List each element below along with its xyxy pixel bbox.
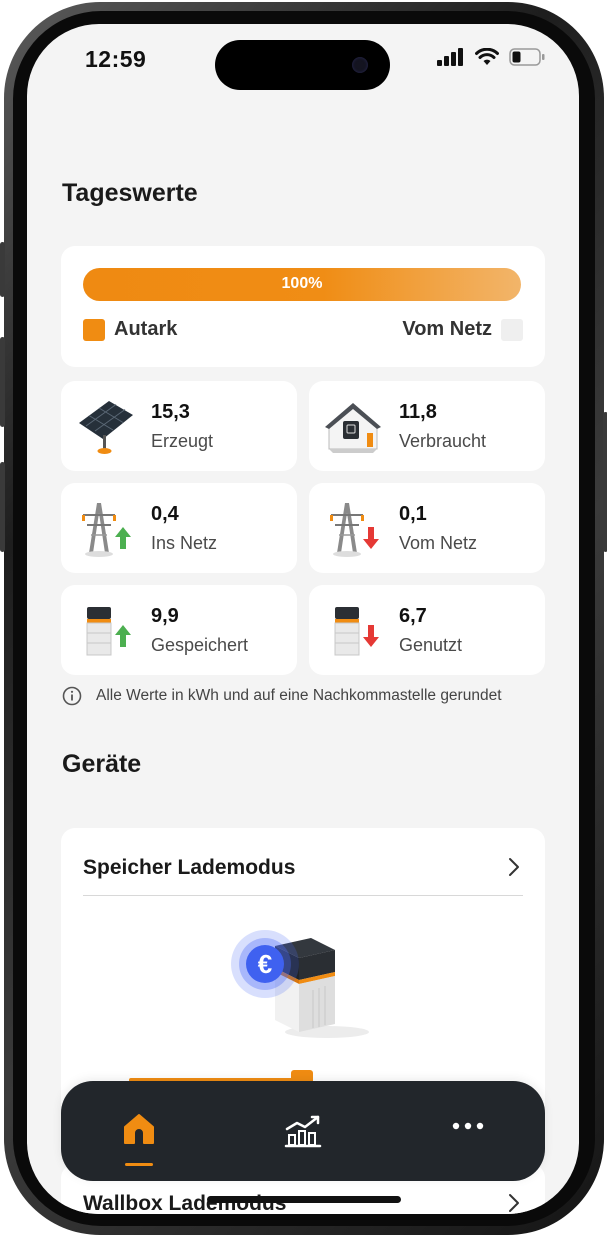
svg-text:€: €	[258, 949, 272, 979]
consumed-label: Verbraucht	[399, 431, 487, 451]
tile-stored: 9,9 Gespeichert	[61, 585, 297, 675]
legend-autark: Autark	[83, 318, 177, 341]
wallbox-chevron-right-icon[interactable]	[507, 1192, 521, 1214]
status-icons	[437, 48, 545, 66]
home-icon[interactable]	[119, 1111, 159, 1147]
used-label: Genutzt	[399, 635, 463, 655]
info-icon	[62, 686, 82, 706]
legend-autark-label: Autark	[114, 318, 178, 340]
power-pylon-down-icon	[330, 503, 379, 557]
autarky-progress-label: 100%	[281, 275, 323, 292]
tile-used: 6,7 Genutzt	[309, 585, 545, 675]
devices-title: Geräte	[62, 750, 142, 778]
volume-up-button	[0, 337, 5, 427]
statistics-icon[interactable]	[284, 1111, 322, 1149]
stored-value: 9,9	[151, 605, 179, 627]
dynamic-island	[215, 40, 390, 90]
from-grid-value: 0,1	[399, 503, 427, 525]
feed-in-label: Ins Netz	[151, 533, 218, 553]
tile-feed-in: 0,4 Ins Netz	[61, 483, 297, 573]
autarky-card: 100% Autark Vom Netz	[61, 246, 545, 367]
more-icon[interactable]	[451, 1121, 485, 1131]
divider	[83, 895, 523, 896]
storage-euro-illustration: €	[231, 930, 369, 1038]
tile-produced: 15,3 Erzeugt	[61, 381, 297, 471]
daily-values-title: Tageswerte	[62, 179, 198, 207]
consumed-value: 11,8	[399, 401, 437, 423]
front-camera	[352, 57, 368, 73]
used-value: 6,7	[399, 605, 427, 627]
info-text: Alle Werte in kWh und auf eine Nachkomma…	[96, 687, 502, 704]
autarky-progress-bar: 100%	[83, 268, 521, 301]
legend-grid-swatch	[501, 318, 523, 341]
bottom-nav	[61, 1081, 545, 1181]
action-button	[0, 242, 5, 297]
produced-value: 15,3	[151, 401, 190, 423]
wifi-icon	[475, 48, 499, 65]
app-screen: 12:59 Tageswerte 100% Autark Vom Netz 15…	[27, 24, 579, 1214]
active-tab-indicator	[125, 1163, 153, 1166]
battery-storage-up-icon	[86, 607, 131, 656]
tile-from-grid: 0,1 Vom Netz	[309, 483, 545, 573]
legend-grid: Vom Netz	[402, 318, 523, 341]
battery-storage-down-icon	[334, 607, 379, 656]
tile-consumed: 11,8 Verbraucht	[309, 381, 545, 471]
volume-down-button	[0, 462, 5, 552]
storage-mode-title: Speicher Lademodus	[83, 856, 296, 879]
cellular-signal-icon	[437, 48, 463, 66]
status-time: 12:59	[85, 46, 147, 72]
legend-autark-swatch	[83, 318, 105, 341]
info-note: Alle Werte in kWh und auf eine Nachkomma…	[62, 686, 502, 706]
chevron-right-icon[interactable]	[507, 856, 521, 878]
legend-grid-label: Vom Netz	[402, 318, 492, 340]
house-icon	[325, 403, 381, 453]
power-pylon-up-icon	[82, 503, 131, 557]
battery-icon	[509, 48, 545, 66]
solar-panel-icon	[79, 401, 133, 454]
feed-in-value: 0,4	[151, 503, 179, 525]
stored-label: Gespeichert	[151, 635, 249, 655]
power-button	[603, 412, 607, 552]
from-grid-label: Vom Netz	[399, 533, 478, 553]
home-indicator	[207, 1196, 401, 1203]
produced-label: Erzeugt	[151, 431, 214, 451]
